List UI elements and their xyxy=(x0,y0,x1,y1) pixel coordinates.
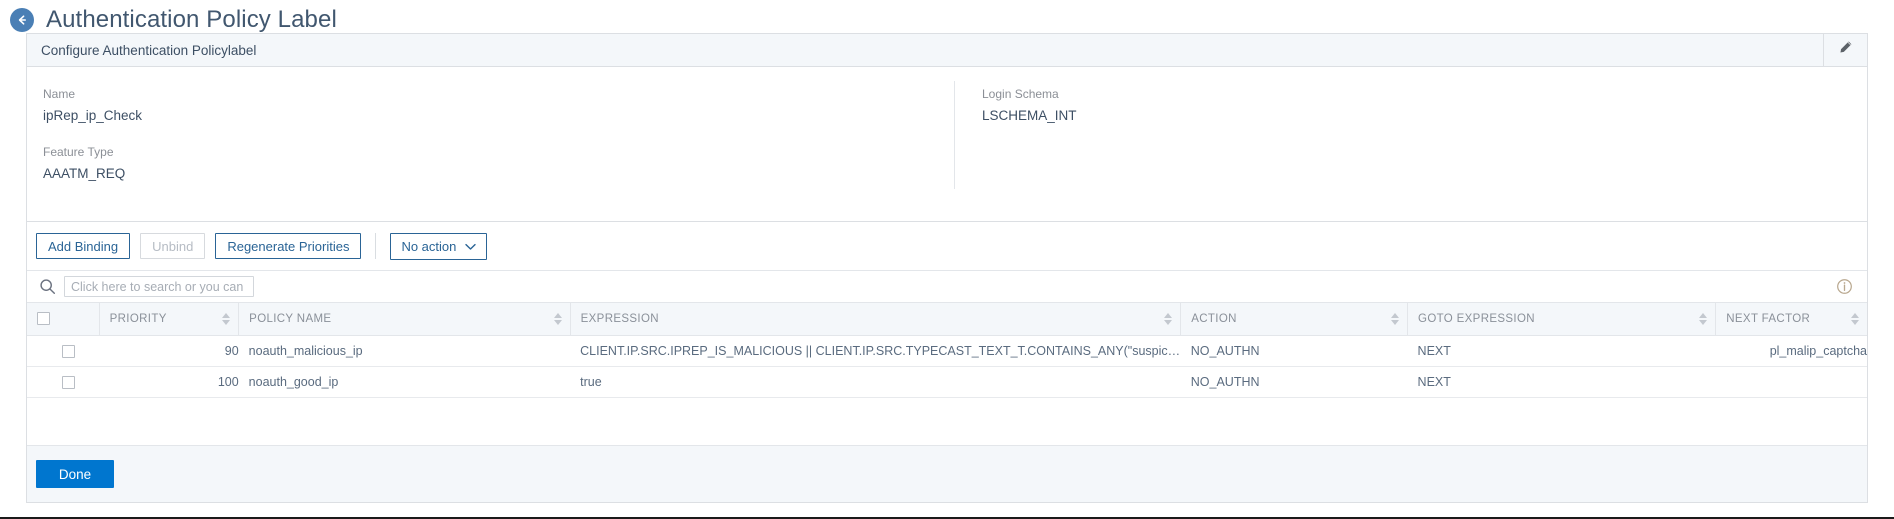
row-select-cell xyxy=(27,366,100,398)
field-feature-type-value: AAATM_REQ xyxy=(43,166,126,181)
pencil-icon xyxy=(1838,40,1853,60)
table-row[interactable]: 100 noauth_good_ip true NO_AUTHN NEXT xyxy=(27,366,1867,398)
cell-expression: CLIENT.IP.SRC.IPREP_IS_MALICIOUS || CLIE… xyxy=(570,335,1181,367)
column-header-priority-label: PRIORITY xyxy=(109,312,167,325)
table-body: 90 noauth_malicious_ip CLIENT.IP.SRC.IPR… xyxy=(27,335,1867,398)
action-select[interactable]: No action xyxy=(390,232,488,260)
column-header-action-label: ACTION xyxy=(1191,312,1237,325)
sort-icon xyxy=(553,312,562,325)
toolbar-separator xyxy=(375,233,377,259)
select-all-header xyxy=(27,303,100,336)
field-feature-type-label: Feature Type xyxy=(43,145,114,159)
action-select-label: No action xyxy=(401,238,457,254)
details-section: Name ipRep_ip_Check Login Schema LSCHEMA… xyxy=(27,67,1867,222)
column-header-goto-expression[interactable]: GOTO EXPRESSION xyxy=(1407,303,1717,336)
chevron-down-icon xyxy=(465,239,477,254)
bindings-toolbar: Add Binding Unbind Regenerate Priorities… xyxy=(27,222,1867,270)
sort-icon xyxy=(1851,312,1859,325)
sort-icon xyxy=(222,312,231,325)
cell-goto-expression: NEXT xyxy=(1407,366,1716,398)
column-header-expression-label: EXPRESSION xyxy=(580,312,659,325)
search-bar xyxy=(27,270,1867,303)
cell-action: NO_AUTHN xyxy=(1180,335,1408,367)
row-select-cell xyxy=(27,335,100,367)
unbind-button[interactable]: Unbind xyxy=(140,233,206,259)
info-icon[interactable] xyxy=(1836,278,1853,295)
field-login-schema-value: LSCHEMA_INT xyxy=(982,108,1077,123)
back-arrow-icon xyxy=(15,13,29,27)
table-header: PRIORITY POLICY NAME EXPRESSION ACTION G… xyxy=(27,303,1867,336)
field-login-schema-label: Login Schema xyxy=(982,87,1059,101)
select-all-checkbox[interactable] xyxy=(37,312,50,326)
column-header-goto-expression-label: GOTO EXPRESSION xyxy=(1418,312,1535,325)
field-name: Name ipRep_ip_Check xyxy=(43,87,142,123)
column-divider xyxy=(954,81,955,189)
card-footer: Done xyxy=(27,445,1867,502)
cell-next-factor xyxy=(1715,366,1867,398)
column-header-next-factor-label: NEXT FACTOR xyxy=(1726,312,1811,325)
cell-next-factor: pl_malip_captcha xyxy=(1715,335,1867,367)
row-checkbox[interactable] xyxy=(61,375,75,389)
regenerate-priorities-button[interactable]: Regenerate Priorities xyxy=(215,233,362,259)
sort-icon xyxy=(1164,312,1173,325)
column-header-policy-name-label: POLICY NAME xyxy=(249,312,332,325)
cell-goto-expression: NEXT xyxy=(1407,335,1716,367)
field-feature-type: Feature Type AAATM_REQ xyxy=(43,145,125,181)
search-input[interactable] xyxy=(64,276,254,297)
sort-icon xyxy=(1699,312,1708,325)
back-button[interactable] xyxy=(10,8,34,32)
cell-expression: true xyxy=(570,366,1181,398)
table-header-row: PRIORITY POLICY NAME EXPRESSION ACTION G… xyxy=(27,303,1867,336)
bindings-table: PRIORITY POLICY NAME EXPRESSION ACTION G… xyxy=(27,303,1867,398)
top-bar: Authentication Policy Label xyxy=(0,0,1894,36)
column-header-next-factor[interactable]: NEXT FACTOR xyxy=(1715,303,1867,336)
search-icon[interactable] xyxy=(39,278,56,295)
add-binding-button[interactable]: Add Binding xyxy=(36,233,131,259)
authentication-policy-label-page: Authentication Policy Label Configure Au… xyxy=(0,0,1894,519)
configure-card: Configure Authentication Policylabel Nam… xyxy=(26,33,1868,503)
row-checkbox[interactable] xyxy=(61,344,75,358)
card-header: Configure Authentication Policylabel xyxy=(27,34,1867,67)
field-name-value: ipRep_ip_Check xyxy=(43,108,143,123)
field-name-label: Name xyxy=(43,87,76,101)
cell-priority: 90 xyxy=(99,335,239,367)
edit-button[interactable] xyxy=(1823,34,1867,66)
done-button[interactable]: Done xyxy=(36,460,114,488)
cell-priority: 100 xyxy=(99,366,239,398)
sort-icon xyxy=(1391,312,1400,325)
column-header-priority[interactable]: PRIORITY xyxy=(99,303,240,336)
table-row[interactable]: 90 noauth_malicious_ip CLIENT.IP.SRC.IPR… xyxy=(27,335,1867,367)
column-header-policy-name[interactable]: POLICY NAME xyxy=(238,303,571,336)
cell-policy-name: noauth_good_ip xyxy=(238,366,571,398)
card-header-title: Configure Authentication Policylabel xyxy=(41,42,257,58)
column-header-expression[interactable]: EXPRESSION xyxy=(570,303,1182,336)
cell-policy-name: noauth_malicious_ip xyxy=(238,335,571,367)
page-title: Authentication Policy Label xyxy=(46,6,337,33)
column-header-action[interactable]: ACTION xyxy=(1180,303,1409,336)
field-login-schema: Login Schema LSCHEMA_INT xyxy=(982,87,1077,123)
cell-action: NO_AUTHN xyxy=(1180,366,1408,398)
